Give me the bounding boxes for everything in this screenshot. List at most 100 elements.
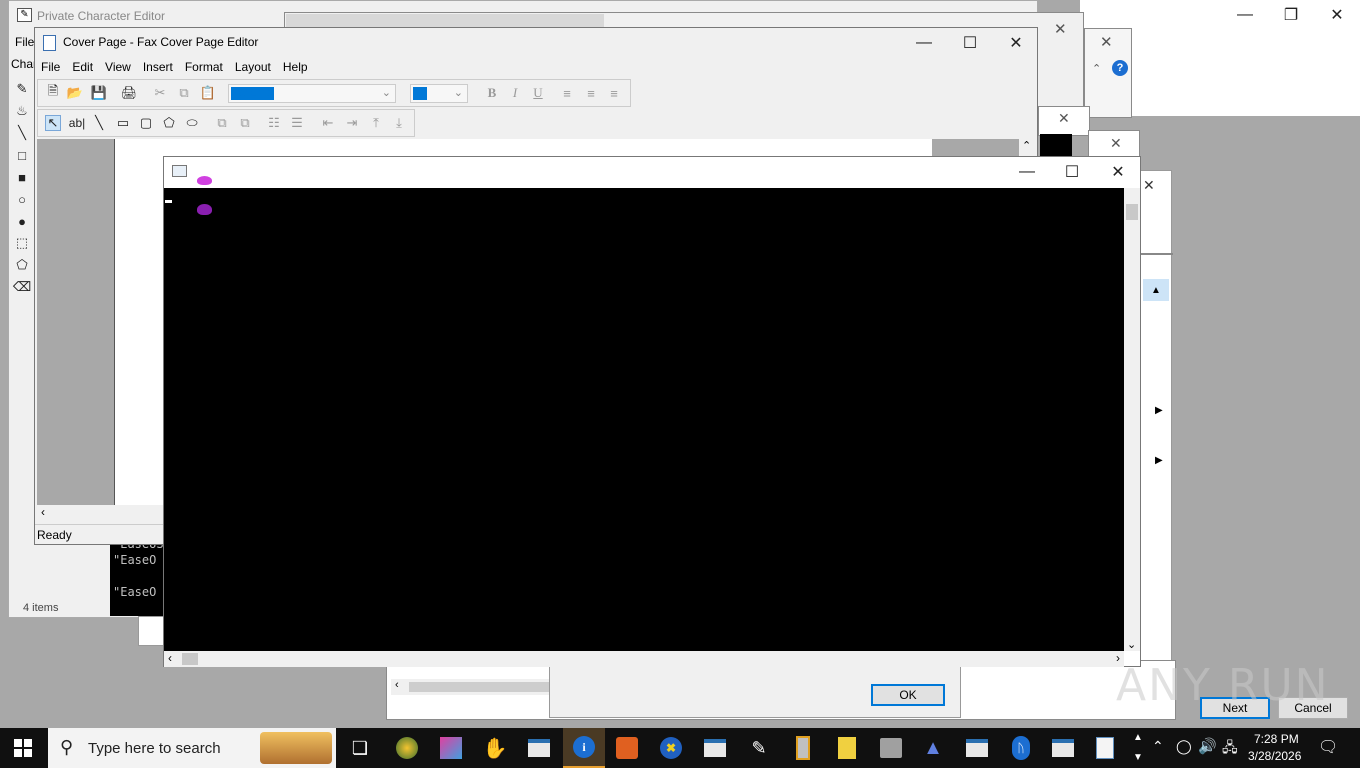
scroll-left-icon[interactable]: ‹ [168,651,172,665]
console-minimize-button[interactable]: — [1004,157,1050,187]
taskbar-app-14-icon[interactable] [1048,733,1078,763]
cover-close-button[interactable]: ✕ [993,28,1039,58]
taskbar-app-3-icon[interactable]: ✋ [480,733,510,763]
print-icon[interactable]: 🖨 [121,85,138,101]
taskbar-app-10-icon[interactable] [832,733,862,763]
side-arrow-right-2[interactable]: ▶ [1155,455,1163,466]
copy-icon[interactable]: ⧉ [176,85,192,101]
filled-ellipse-icon[interactable]: ● [14,213,30,229]
pencil-icon[interactable]: ✎ [14,81,30,97]
open-icon[interactable]: 📂 [67,85,83,101]
eraser-icon[interactable]: ⌫ [13,279,31,295]
rect-select-icon[interactable]: ⬚ [14,235,30,251]
ellipse-icon[interactable]: ○ [14,191,30,207]
cut-icon[interactable]: ✂ [152,85,168,101]
new-icon[interactable]: 🗎 [45,83,61,101]
bg-right-close-icon[interactable]: ✕ [1100,33,1113,51]
underline-icon[interactable]: U [530,85,546,101]
taskbar-active-app[interactable]: i [563,728,605,768]
network-icon[interactable]: 🖧 [1222,737,1238,761]
bg-mid-close-icon[interactable]: ✕ [1054,20,1067,38]
menu-edit[interactable]: Edit [66,57,99,77]
clock-time[interactable]: 7:28 PM [1254,732,1299,746]
space-down-icon[interactable]: ☰ [289,115,305,131]
windows-start-icon[interactable] [14,739,32,757]
bold-icon[interactable]: B [484,85,500,101]
taskbar-app-7-icon[interactable] [700,733,730,763]
bluetooth-icon[interactable]: ᚢ [1006,733,1036,763]
save-icon[interactable]: 💾 [91,85,107,101]
console-screen[interactable] [164,188,1124,651]
cover-minimize-button[interactable]: — [901,28,947,58]
align-left-icon[interactable]: ≡ [559,85,575,101]
send-back-icon[interactable]: ⧉ [237,115,253,131]
chevron-up-icon[interactable]: ⌃ [1022,139,1031,152]
volume-icon[interactable]: 🔊 [1198,737,1217,755]
space-across-icon[interactable]: ☷ [266,115,282,131]
pce-menu-file[interactable]: File [15,35,34,49]
bg-minimize-button[interactable]: — [1222,0,1268,30]
taskbar-app-4-icon[interactable] [524,733,554,763]
tray-chevron-up-icon[interactable]: ⌃ [1152,738,1164,755]
console-vscroll[interactable]: ⌄ [1124,188,1140,651]
align-right-icon[interactable]: ≡ [606,85,622,101]
console-hscroll[interactable]: ‹ › [164,651,1124,667]
menu-file[interactable]: File [35,57,66,77]
taskbar-app-11-icon[interactable] [876,733,906,763]
rounded-rect-tool-icon[interactable]: ▢ [138,115,154,131]
menu-view[interactable]: View [99,57,137,77]
polygon-tool-icon[interactable]: ⬠ [161,115,177,131]
search-box[interactable]: ⚲ Type here to search [48,728,336,768]
brush-icon[interactable]: ♨ [14,103,30,119]
align-lefts-icon[interactable]: ⇤ [320,115,336,131]
align-tops-icon[interactable]: ⤒ [368,115,384,131]
meet-now-icon[interactable]: ◯ [1176,738,1192,755]
font-size-combo[interactable]: 10 ⌄ [410,84,468,103]
clock-date[interactable]: 3/28/2026 [1248,749,1301,763]
taskbar-app-1-icon[interactable] [392,733,422,763]
text-tool-icon[interactable]: ab| [67,115,87,131]
taskbar-app-12-icon[interactable]: ▲ [918,733,948,763]
italic-icon[interactable]: I [507,85,523,101]
scroll-left-icon[interactable]: ‹ [41,505,45,519]
scroll-left-icon[interactable]: ‹ [395,679,399,691]
wizard-hscroll[interactable]: ‹ [391,679,551,695]
chevron-down-icon[interactable]: ⌄ [382,86,391,99]
paste-icon[interactable]: 📋 [200,85,216,101]
taskbar-app-2-icon[interactable] [436,733,466,763]
task-view-icon[interactable]: ❏ [345,733,375,763]
taskbar-app-8-icon[interactable]: ✎ [744,733,774,763]
bg-maximize-button[interactable]: ❐ [1268,0,1314,30]
align-bottoms-icon[interactable]: ⤓ [391,115,407,131]
menu-format[interactable]: Format [179,57,229,77]
chevron-up-icon[interactable]: ⌃ [1092,62,1101,75]
console-maximize-button[interactable]: ☐ [1049,157,1095,187]
side-scroll-up[interactable]: ▲ [1143,279,1169,301]
font-name-combo[interactable]: Tahoma ⌄ [228,84,396,103]
taskbar-app-5-icon[interactable] [612,733,642,763]
rectangle-icon[interactable]: □ [14,147,30,163]
console-close-button[interactable]: ✕ [1095,157,1141,187]
menu-help[interactable]: Help [277,57,314,77]
chevron-down-icon[interactable]: ⌄ [454,86,463,99]
bring-front-icon[interactable]: ⧉ [214,115,230,131]
stacked-1-close-icon[interactable]: ✕ [1058,110,1070,127]
rectangle-tool-icon[interactable]: ▭ [115,115,131,131]
select-arrow-icon[interactable]: ↖ [45,115,61,131]
side-arrow-right-1[interactable]: ▶ [1155,405,1163,416]
help-icon[interactable]: ? [1112,60,1128,76]
taskbar-app-6-icon[interactable]: ✖ [656,733,686,763]
taskbar-app-15-icon[interactable] [1090,733,1120,763]
menu-insert[interactable]: Insert [137,57,179,77]
line-icon[interactable]: ╲ [14,125,30,141]
align-center-icon[interactable]: ≡ [583,85,599,101]
side-close-icon[interactable]: ✕ [1143,177,1155,194]
cover-maximize-button[interactable]: ☐ [947,28,993,58]
align-rights-icon[interactable]: ⇥ [344,115,360,131]
chevron-down-icon[interactable]: ⌄ [1127,638,1136,651]
taskbar-overflow-scroll[interactable]: ▲ ▼ [1130,728,1146,768]
taskbar-app-9-icon[interactable] [788,733,818,763]
notification-icon[interactable]: 🗨 [1318,737,1338,757]
ok-button[interactable]: OK [871,684,945,706]
stacked-2-close-icon[interactable]: ✕ [1110,135,1122,152]
